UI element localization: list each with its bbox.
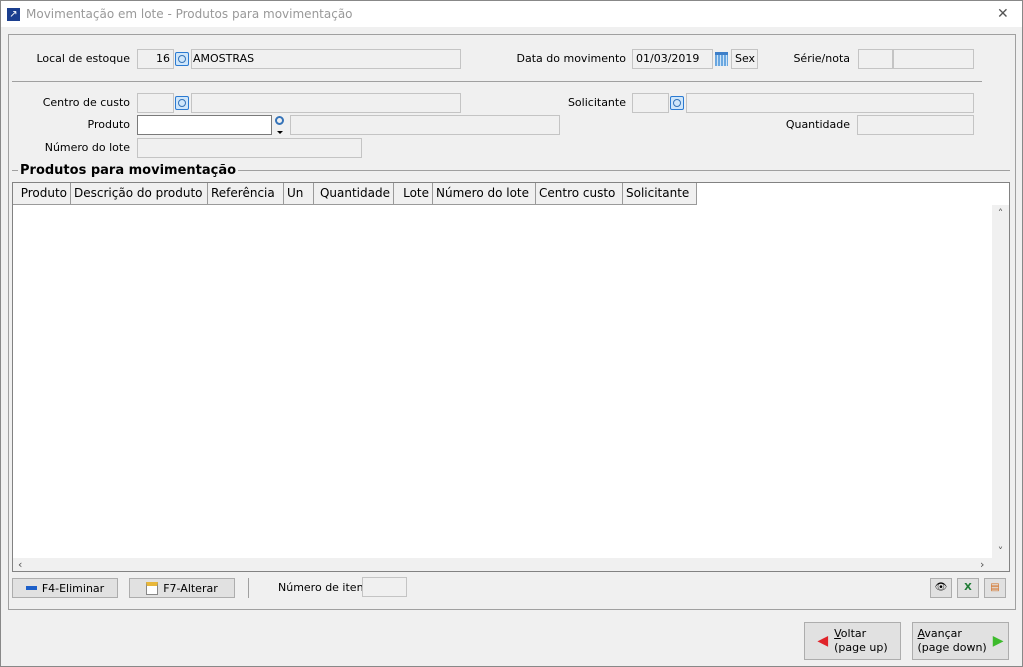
numero-lote-label: Número do lote — [44, 141, 130, 154]
alterar-label: F7-Alterar — [163, 581, 218, 595]
produto-input[interactable] — [137, 115, 272, 135]
eliminar-button[interactable]: F4-Eliminar — [12, 578, 118, 598]
grid-title: Produtos para movimentação — [18, 163, 239, 178]
separator — [248, 578, 249, 598]
alterar-button[interactable]: F7-Alterar — [129, 578, 235, 598]
eliminar-label: F4-Eliminar — [41, 581, 105, 595]
numero-itens-value — [362, 577, 407, 597]
produto-label: Produto — [87, 118, 130, 131]
produto-search-icon[interactable] — [275, 116, 284, 125]
column-header[interactable]: Número do lote — [433, 183, 536, 205]
scroll-up-icon[interactable]: ˄ — [992, 207, 1009, 220]
produto-description — [290, 115, 560, 135]
window: ↗ Movimentação em lote - Produtos para m… — [0, 0, 1023, 667]
divider — [12, 81, 982, 82]
solicitante-label: Solicitante — [567, 96, 626, 109]
edit-icon — [146, 581, 159, 595]
local-estoque-description: AMOSTRAS — [191, 49, 461, 69]
column-header[interactable]: Descrição do produto — [71, 183, 208, 205]
app-icon: ↗ — [7, 8, 20, 21]
voltar-label: oltar — [840, 627, 867, 640]
voltar-text: Voltar (page up) — [834, 627, 888, 655]
solicitante-search-icon[interactable] — [670, 96, 684, 110]
solicitante-code[interactable] — [632, 93, 669, 113]
scroll-down-icon[interactable]: ˅ — [992, 545, 1009, 558]
calendar-icon[interactable] — [715, 52, 728, 66]
close-icon[interactable]: ✕ — [997, 6, 1009, 22]
column-header[interactable]: Produto — [13, 183, 71, 205]
avancar-text: Avançar (page down) — [917, 627, 986, 655]
numero-itens-label: Número de itens — [278, 581, 370, 594]
avancar-label: vançar — [924, 627, 962, 640]
produto-dropdown-icon[interactable] — [277, 131, 283, 134]
scroll-right-icon[interactable]: › — [980, 558, 984, 571]
local-estoque-search-icon[interactable] — [175, 52, 189, 66]
products-grid[interactable]: Produto Descrição do produto Referência … — [12, 182, 1010, 572]
data-movimento-label: Data do movimento — [516, 52, 626, 65]
column-header[interactable]: Quantidade — [314, 183, 394, 205]
title-bar: ↗ Movimentação em lote - Produtos para m… — [1, 1, 1022, 27]
avancar-sub: (page down) — [917, 641, 987, 654]
voltar-accel: V — [834, 627, 841, 640]
centro-custo-description — [191, 93, 461, 113]
data-movimento-input[interactable]: 01/03/2019 — [632, 49, 713, 69]
centro-custo-label: Centro de custo — [42, 96, 130, 109]
arrow-right-icon: ▶ — [992, 633, 1004, 649]
centro-custo-search-icon[interactable] — [175, 96, 189, 110]
column-header[interactable]: Centro custo — [536, 183, 623, 205]
column-header[interactable]: Un — [284, 183, 314, 205]
column-header[interactable]: Referência — [208, 183, 284, 205]
serie-input[interactable] — [858, 49, 893, 69]
scroll-left-icon[interactable]: ‹ — [18, 558, 22, 571]
solicitante-description — [686, 93, 974, 113]
local-estoque-label: Local de estoque — [36, 52, 130, 65]
avancar-button[interactable]: Avançar (page down) ▶ — [912, 622, 1009, 660]
minus-icon — [25, 586, 37, 590]
column-header[interactable]: Solicitante — [623, 183, 697, 205]
voltar-button[interactable]: ◀ Voltar (page up) — [804, 622, 901, 660]
vertical-scrollbar[interactable]: ˄ ˅ — [992, 205, 1009, 558]
window-title: Movimentação em lote - Produtos para mov… — [26, 7, 353, 21]
numero-lote-input[interactable] — [137, 138, 362, 158]
view-icon[interactable]: 👁 — [930, 578, 952, 598]
report-icon[interactable]: ▤ — [984, 578, 1006, 598]
quantidade-input[interactable] — [857, 115, 974, 135]
arrow-left-icon: ◀ — [817, 633, 829, 649]
local-estoque-code[interactable]: 16 — [137, 49, 174, 69]
horizontal-scrollbar[interactable]: ‹ › — [13, 558, 1009, 571]
excel-export-icon[interactable]: X — [957, 578, 979, 598]
serie-nota-label: Série/nota — [793, 52, 850, 65]
nota-input[interactable] — [893, 49, 974, 69]
column-header[interactable]: Lote — [394, 183, 433, 205]
centro-custo-code[interactable] — [137, 93, 174, 113]
voltar-sub: (page up) — [834, 641, 888, 654]
weekday-button[interactable]: Sex — [731, 49, 758, 69]
quantidade-label: Quantidade — [785, 118, 850, 131]
